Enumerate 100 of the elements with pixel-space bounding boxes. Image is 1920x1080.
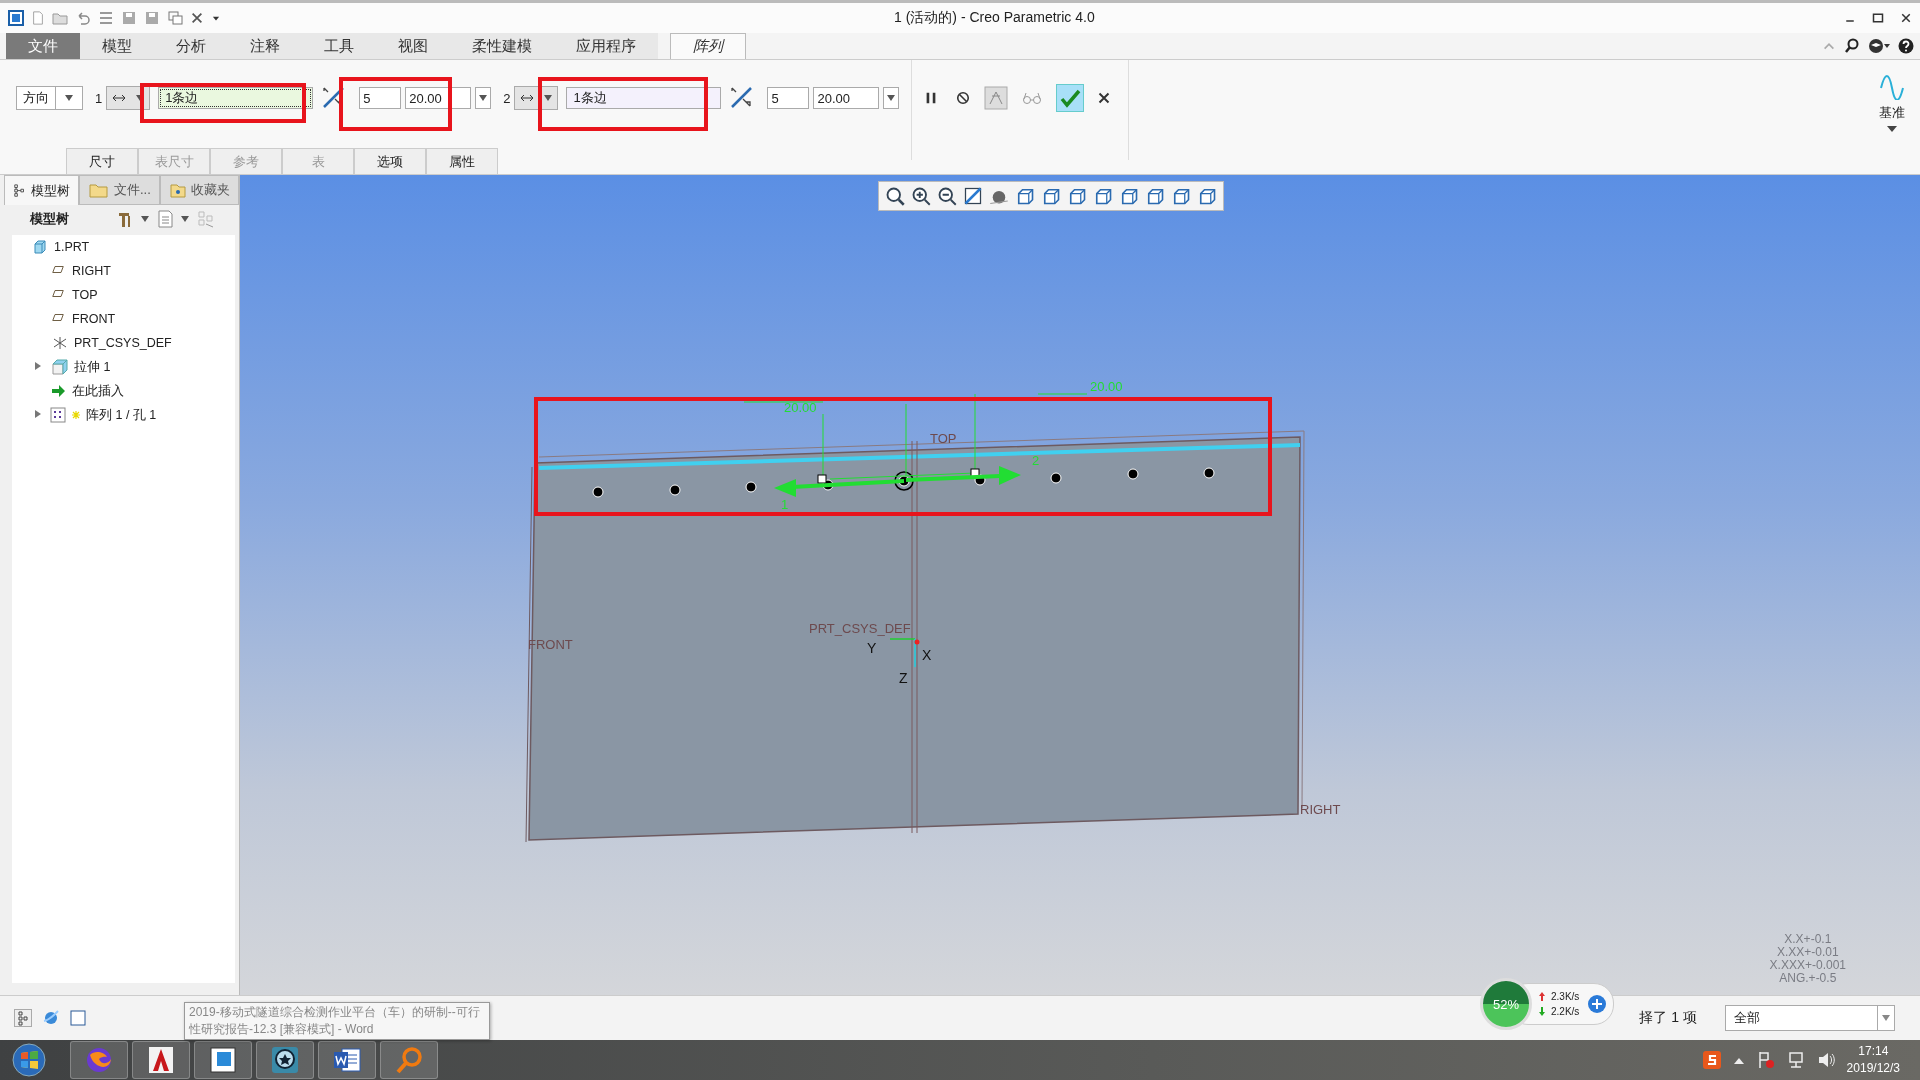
ribbon-tab[interactable]: 注释 — [228, 33, 302, 59]
tree-item[interactable]: TOP — [72, 288, 98, 302]
panel-tab[interactable]: 选项 — [354, 148, 426, 174]
ribbon-tab[interactable]: 文件 — [6, 33, 80, 59]
globe-icon[interactable] — [42, 1009, 60, 1027]
refit-icon[interactable] — [963, 186, 983, 206]
ribbon-tab[interactable]: 柔性建模 — [450, 33, 554, 59]
panel-tab[interactable]: 文件... — [79, 175, 160, 205]
expand-arrow-icon[interactable] — [34, 362, 42, 370]
tree-icon — [13, 183, 27, 198]
flag-icon[interactable] — [1756, 1051, 1775, 1069]
fox-icon — [84, 1045, 114, 1075]
ribbon-tab[interactable]: 工具 — [302, 33, 376, 59]
panel-tab[interactable]: 尺寸 — [66, 148, 138, 174]
double-arrow-icon — [520, 94, 535, 102]
down-arrow-icon — [1539, 1007, 1545, 1016]
selection-status: 择了 1 项 — [1639, 1009, 1697, 1027]
download-rate: 2.2K/s — [1551, 1006, 1580, 1017]
search-icon[interactable] — [1844, 38, 1860, 54]
ribbon-tab[interactable]: 视图 — [376, 33, 450, 59]
direction-arrow[interactable] — [905, 466, 1021, 485]
tree-item[interactable]: 拉伸 1 — [74, 358, 111, 376]
zoom-in-icon[interactable] — [911, 186, 931, 206]
clock-time[interactable]: 17:14 — [1846, 1043, 1900, 1060]
ribbon-tab[interactable]: 应用程序 — [554, 33, 658, 59]
help-icon[interactable] — [1898, 38, 1914, 54]
spacing-dropdown[interactable] — [883, 87, 900, 109]
expand-arrow-icon[interactable] — [1887, 126, 1897, 132]
close-window-icon[interactable] — [190, 11, 204, 25]
zoom-icon[interactable] — [885, 186, 905, 206]
expand-arrow-icon[interactable] — [34, 410, 42, 418]
double-arrow-icon — [112, 94, 127, 102]
type-dropdown[interactable]: 方向 — [16, 86, 83, 110]
tree-item[interactable]: FRONT — [72, 312, 116, 326]
close-icon[interactable] — [1900, 12, 1912, 24]
tree-item[interactable]: 阵列 1 / 孔 1 — [86, 406, 157, 424]
badge-icon — [270, 1045, 300, 1075]
hole — [745, 481, 757, 493]
spacing-dropdown[interactable] — [475, 87, 492, 109]
preview-icon[interactable] — [984, 86, 1009, 110]
tolerance-text: ANG.+-0.5 — [1779, 972, 1837, 985]
zoom-out-icon[interactable] — [937, 186, 957, 206]
hole — [592, 486, 604, 498]
cube-icon[interactable] — [1093, 186, 1113, 206]
hole — [1127, 468, 1139, 480]
panel-tab[interactable]: 模型树 — [4, 175, 79, 205]
reference-field[interactable]: 1条边 — [566, 87, 722, 109]
drag-handle[interactable] — [817, 474, 827, 484]
tree-item[interactable]: PRT_CSYS_DEF — [74, 336, 172, 350]
tree-icon[interactable] — [14, 1009, 32, 1027]
clock-date[interactable]: 2019/12/3 — [1846, 1060, 1900, 1077]
speaker-icon[interactable] — [1816, 1051, 1835, 1069]
taskbar-app-button[interactable] — [318, 1041, 376, 1079]
axis-label: Y — [867, 640, 877, 656]
tree-item[interactable]: 1.PRT — [54, 240, 90, 254]
plus-icon[interactable] — [1587, 994, 1608, 1014]
taskbar-app-button[interactable] — [132, 1041, 190, 1079]
count-field[interactable]: 5 — [767, 87, 810, 109]
taskbar-tooltip: 2019-移动式隧道综合检测作业平台（车）的研制--可行性研究报告-12.3 [兼容模式] - Word — [184, 1002, 490, 1040]
undo-icon[interactable] — [75, 10, 91, 26]
taskbar-app-button[interactable] — [194, 1041, 252, 1079]
tree-item[interactable]: 在此插入 — [72, 382, 124, 400]
direction-arrow[interactable] — [774, 479, 905, 497]
panel-tab[interactable]: 属性 — [426, 148, 498, 174]
spacing-field[interactable]: 20.00 — [813, 87, 880, 109]
tree-item[interactable]: RIGHT — [72, 264, 111, 278]
drag-handle[interactable] — [970, 468, 980, 478]
ribbon-tab[interactable]: 模型 — [80, 33, 154, 59]
input-method-icon[interactable] — [1702, 1051, 1721, 1069]
graduation-cap-icon[interactable] — [1868, 38, 1890, 54]
panel-tab[interactable]: 收藏夹 — [159, 175, 239, 205]
maximize-icon[interactable] — [1872, 12, 1884, 24]
coordinate-system-label: PRT_CSYS_DEF — [809, 621, 911, 636]
spacing-field[interactable]: 20.00 — [405, 87, 472, 109]
reference-field[interactable]: 1条边 — [158, 87, 314, 109]
apply-button[interactable] — [1056, 84, 1085, 112]
ribbon-tab[interactable]: 阵列 — [670, 33, 746, 59]
tools-icon[interactable] — [117, 210, 133, 228]
tolerance-text: X.XXX+-0.001 — [1769, 959, 1846, 972]
no-entry-icon[interactable] — [956, 91, 971, 105]
arrow-icon — [50, 383, 66, 399]
cube-icon[interactable] — [1015, 186, 1035, 206]
close-icon[interactable] — [1098, 92, 1111, 104]
regenerate-icon[interactable] — [98, 10, 114, 26]
up-arrow-icon — [1539, 992, 1545, 1001]
dimension-value: 20.00 — [1090, 379, 1123, 394]
direction-type-dropdown[interactable] — [514, 86, 559, 110]
selection-filter-dropdown[interactable]: 全部 — [1725, 1005, 1895, 1031]
cube-icon[interactable] — [1041, 186, 1061, 206]
app-icon[interactable] — [8, 10, 24, 26]
count-field[interactable]: 5 — [359, 87, 402, 109]
network-icon[interactable] — [1786, 1051, 1805, 1069]
asterisk-icon — [72, 411, 80, 419]
start-button[interactable] — [12, 1043, 46, 1077]
ribbon-tab[interactable]: 分析 — [154, 33, 228, 59]
document-icon — [332, 1046, 362, 1074]
datum-label[interactable]: 基准 — [1879, 104, 1905, 122]
windows-icon[interactable] — [167, 10, 183, 26]
taskbar-app-button[interactable] — [256, 1041, 314, 1079]
direction-type-dropdown[interactable] — [106, 86, 151, 110]
